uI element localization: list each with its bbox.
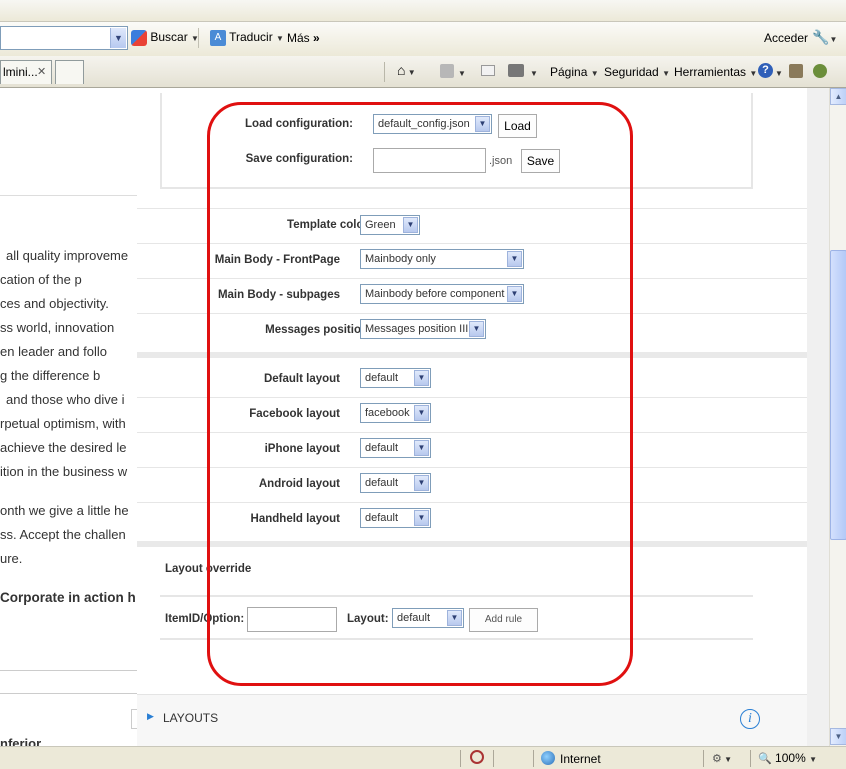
buscar-button[interactable]: Buscar ▼ [131, 30, 199, 46]
article-line: ure. [0, 551, 23, 566]
article-line: g the difference b [0, 368, 101, 383]
scroll-up-icon[interactable]: ▲ [830, 88, 846, 105]
protected-mode-icon[interactable]: ⚙ ▼ [712, 752, 732, 765]
divider [0, 670, 137, 671]
status-bar: Internet ⚙ ▼ 🔍 100% ▼ [0, 746, 846, 769]
expand-arrow-icon[interactable]: ▶ [147, 711, 154, 722]
address-combo[interactable]: ▼ [0, 26, 128, 50]
dropdown-caret-icon[interactable]: ▼ [530, 65, 538, 79]
traducir-button[interactable]: A Traducir ▼ [210, 30, 284, 46]
herramientas-menu[interactable]: Herramientas ▼ [674, 65, 757, 79]
feeds-icon[interactable] [440, 64, 454, 78]
messenger-icon[interactable] [813, 64, 827, 78]
tab-title: lmini... [3, 65, 38, 79]
layouts-section-header[interactable] [137, 694, 807, 746]
status-divider [493, 750, 494, 767]
status-divider [750, 750, 751, 767]
dropdown-caret-icon[interactable]: ▼ [458, 65, 466, 79]
article-line: ss. Accept the challen [0, 527, 126, 542]
page-gutter [807, 88, 829, 746]
article-heading[interactable]: Corporate in action h [0, 590, 136, 605]
buscar-label: Buscar [150, 30, 188, 45]
status-divider [703, 750, 704, 767]
research-icon[interactable] [789, 64, 803, 78]
chevron-down-icon[interactable]: ▼ [110, 28, 126, 48]
seguridad-label: Seguridad [604, 65, 659, 79]
home-icon[interactable]: ⌂ ▼ [397, 62, 416, 78]
article-line: all quality improveme [6, 248, 129, 263]
highlight-frame [207, 102, 633, 686]
dropdown-caret-icon: ▼ [276, 34, 284, 44]
translate-icon: A [210, 30, 226, 46]
mail-icon[interactable] [481, 65, 495, 76]
article-line: achieve the desired le [0, 440, 127, 455]
pagina-label: Página [550, 65, 588, 79]
zoom-icon: 🔍 [758, 753, 772, 765]
acceder-button[interactable]: Acceder [764, 31, 808, 45]
zone-label: Internet [560, 752, 601, 766]
article-line: onth we give a little he [0, 503, 129, 518]
article-line: ition in the business w [0, 464, 128, 479]
pagina-menu[interactable]: Página ▼ [550, 65, 599, 79]
info-icon[interactable]: i [740, 709, 760, 729]
acceder-label: Acceder [764, 31, 809, 45]
search-toolbar: ▼ Buscar ▼ A Traducir ▼ Más » Acceder 🔧▼ [0, 22, 846, 56]
status-divider [533, 750, 534, 767]
globe-icon [541, 751, 555, 765]
herramientas-label: Herramientas [674, 65, 747, 79]
wrench-icon[interactable]: 🔧▼ [812, 29, 837, 46]
blocked-icon[interactable] [470, 750, 484, 764]
article-line: ces and objectivity. [0, 296, 109, 311]
article-line: en leader and follo [0, 344, 107, 359]
article-column: all quality improveme cation of the p ce… [0, 88, 137, 746]
zoom-level: 100% [775, 751, 806, 765]
article-line: and those who dive i [6, 392, 125, 407]
scroll-thumb[interactable] [830, 250, 846, 540]
layouts-section-title: LAYOUTS [163, 711, 219, 725]
seguridad-menu[interactable]: Seguridad ▼ [604, 65, 670, 79]
new-tab-button[interactable] [55, 60, 84, 84]
toolbar-divider [198, 28, 199, 48]
toolbar-divider [384, 62, 385, 82]
vertical-scrollbar[interactable]: ▲ ▼ [829, 88, 846, 746]
article-line: rpetual optimism, with [0, 416, 126, 431]
print-icon[interactable] [508, 64, 524, 77]
tab-command-bar: lmini... ✕ ⌂ ▼ ▼ ▼ Página ▼ Seguridad ▼ … [0, 56, 846, 88]
mas-button[interactable]: Más » [287, 31, 320, 45]
traducir-label: Traducir [229, 30, 273, 45]
browser-top-strip [0, 0, 846, 22]
dropdown-caret-icon[interactable]: ▼ [775, 65, 783, 79]
status-divider [460, 750, 461, 767]
article-line: cation of the p [0, 272, 82, 287]
scroll-down-icon[interactable]: ▼ [830, 728, 846, 745]
article-line: ss world, innovation [0, 320, 115, 335]
divider [0, 693, 137, 694]
zoom-control[interactable]: 🔍 100% ▼ [758, 751, 817, 765]
close-tab-icon[interactable]: ✕ [37, 65, 46, 78]
double-chevron-icon: » [313, 31, 320, 45]
article-bottom-heading: nferior [0, 736, 42, 746]
mas-label: Más [287, 31, 310, 45]
search-g-icon [131, 30, 147, 46]
divider [0, 195, 137, 196]
help-icon[interactable]: ? [758, 63, 773, 78]
